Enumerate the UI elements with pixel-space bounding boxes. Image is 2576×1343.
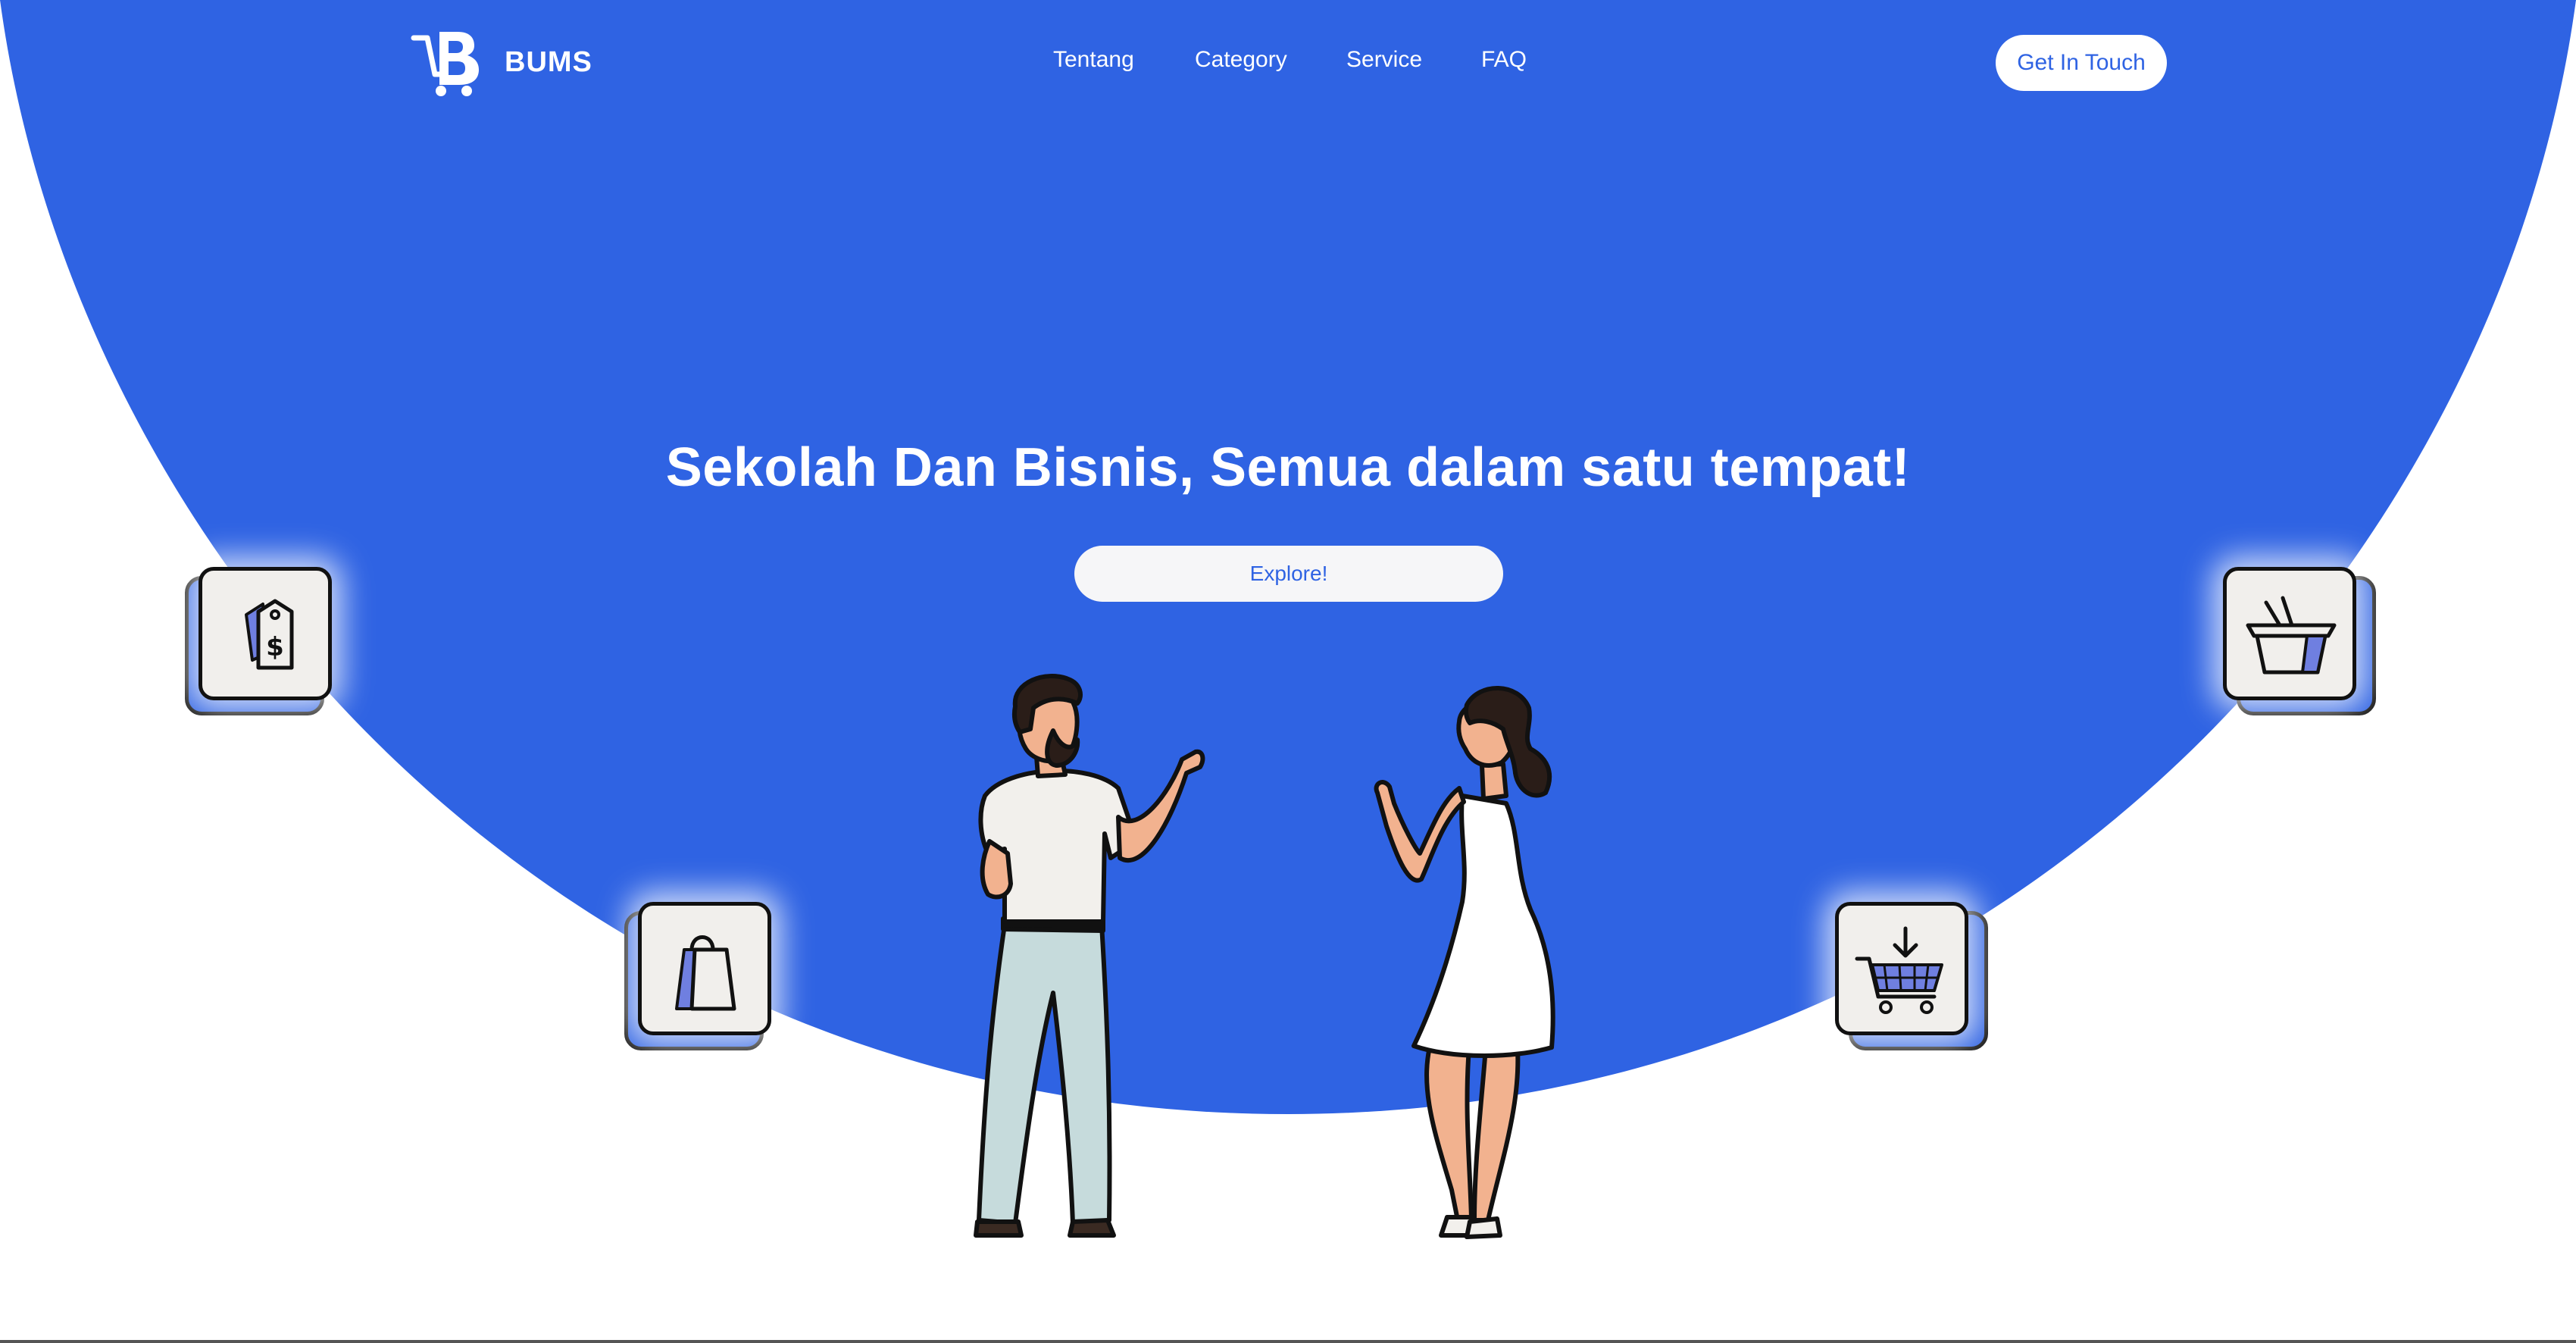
nav-link-tentang[interactable]: Tentang bbox=[1053, 47, 1134, 73]
site-header: BUMS Tentang Category Service FAQ Get In… bbox=[0, 0, 2576, 129]
nav-link-service[interactable]: Service bbox=[1346, 47, 1422, 73]
hero-headline: Sekolah Dan Bisnis, Semua dalam satu tem… bbox=[665, 437, 1911, 499]
svg-text:$: $ bbox=[266, 632, 284, 662]
explore-button[interactable]: Explore! bbox=[1074, 546, 1503, 602]
tile-cart-download bbox=[1835, 902, 1988, 1050]
main-nav: Tentang Category Service FAQ bbox=[0, 47, 2576, 85]
woman-figure bbox=[1374, 686, 1555, 1239]
basket-icon bbox=[2246, 596, 2337, 675]
tile-shopping-bag bbox=[624, 902, 786, 1050]
cart-download-icon bbox=[1855, 926, 1943, 1014]
price-tag-icon: $ bbox=[245, 599, 294, 670]
page-bottom-divider bbox=[0, 1340, 2576, 1343]
nav-link-category[interactable]: Category bbox=[1195, 47, 1287, 73]
tile-price-tag: $ bbox=[185, 567, 347, 715]
nav-link-faq[interactable]: FAQ bbox=[1481, 47, 1527, 73]
people-illustration bbox=[974, 674, 1555, 1239]
shopping-bag-icon bbox=[675, 935, 736, 1011]
tile-basket bbox=[2223, 567, 2376, 715]
get-in-touch-button[interactable]: Get In Touch bbox=[1996, 35, 2167, 91]
man-figure bbox=[974, 674, 1205, 1238]
